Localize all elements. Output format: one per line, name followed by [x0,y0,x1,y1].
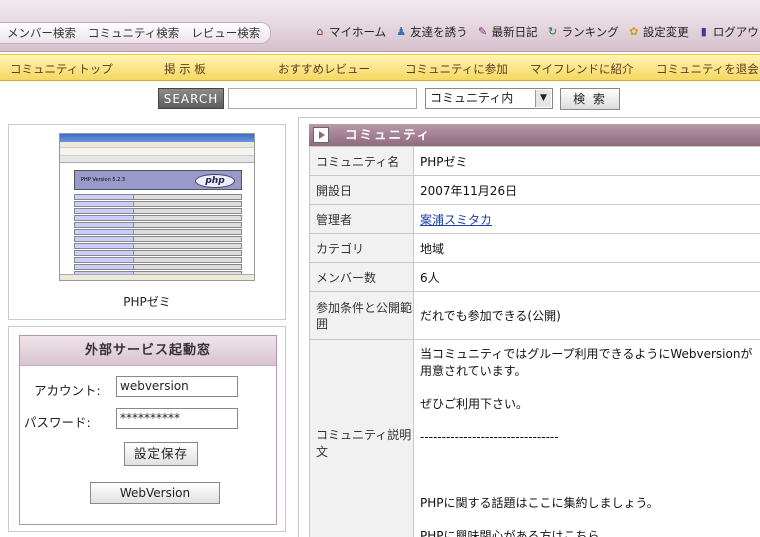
community-thumbnail[interactable]: PHP Version 5.2.3 php [59,133,255,281]
member-count-value: 6人 [413,262,760,292]
logout-door-icon: ▮ [700,25,707,38]
search-tabs: メンバー検索 コミュニティ検索 レビュー検索 [0,22,272,44]
my-home-label: マイホーム [329,25,387,39]
table-row: 参加条件と公開範囲 だれでも参加できる(公開) [309,291,760,340]
community-top-link[interactable]: コミュニティトップ [10,61,113,77]
invite-friends-label: 友達を誘う [410,25,468,39]
leave-community-link[interactable]: コミュニティを退会 [656,61,759,77]
save-settings-button[interactable]: 設定保存 [124,442,198,466]
settings-gear-icon: ✿ [629,25,639,38]
row-label: カテゴリ [309,233,414,263]
description-label: コミュニティ説明文 [309,339,414,537]
search-submit-button[interactable]: 検 索 [560,88,620,110]
home-icon: ⌂ [316,25,324,38]
board-link[interactable]: 掲 示 板 [164,61,206,77]
settings-label: 設定変更 [642,25,689,39]
row-label: メンバー数 [309,262,414,292]
search-label-button[interactable]: SEARCH [158,88,224,109]
search-input[interactable] [228,88,417,109]
recommended-reviews-link[interactable]: おすすめレビュー [278,61,370,77]
description-line [420,462,756,479]
row-label: コミュニティ名 [309,146,414,176]
community-info-panel: コミュニティ コミュニティ名 PHPゼミ 開設日 2007年11月26日 管理者… [298,117,760,537]
settings-link[interactable]: ✿ 設定変更 [627,24,689,40]
category-value: 地域 [413,233,760,263]
admin-cell: 案浦スミタカ [413,204,760,234]
description-line: PHPに関する話題はここに集約しましょう。 [420,496,659,510]
table-row: 開設日 2007年11月26日 [309,175,760,205]
table-row: メンバー数 6人 [309,262,760,292]
join-community-link[interactable]: コミュニティに参加 [405,61,508,77]
founded-date-value: 2007年11月26日 [413,175,760,205]
community-search-tab[interactable]: コミュニティ検索 [88,25,179,41]
description-separator: -------------------------------- [420,430,559,444]
member-search-tab[interactable]: メンバー検索 [7,25,76,41]
description-line: PHPに興味関心がある方はこちら。 [420,529,612,537]
account-label: アカウント: [34,383,101,398]
ranking-label: ランキング [561,25,619,39]
invite-friends-link[interactable]: ♟ 友達を誘う [394,24,468,40]
external-service-window: 外部サービス起動窓 アカウント: webversion パスワード: *****… [19,335,277,525]
top-navigation-bar: メンバー検索 コミュニティ検索 レビュー検索 ⌂ マイホーム ♟ 友達を誘う ✎… [0,0,760,52]
community-info-table: コミュニティ名 PHPゼミ 開設日 2007年11月26日 管理者 案浦スミタカ… [309,146,760,537]
introduce-to-friends-link[interactable]: マイフレンドに紹介 [530,61,634,77]
community-image-panel: PHP Version 5.2.3 php PHPゼミ [8,124,286,320]
external-service-panel: 外部サービス起動窓 アカウント: webversion パスワード: *****… [8,326,286,532]
logout-link[interactable]: ▮ ログアウ [697,24,759,40]
description-line: ぜひご利用下さい。 [420,397,529,411]
table-row: 管理者 案浦スミタカ [309,204,760,234]
diary-pencil-icon: ✎ [478,25,488,38]
community-name-caption: PHPゼミ [123,295,171,309]
community-name-value: PHPゼミ [413,146,760,176]
password-input[interactable]: ********** [116,408,238,429]
latest-diary-link[interactable]: ✎ 最新日記 [476,24,538,40]
ranking-icon: ↻ [548,25,558,38]
review-search-tab[interactable]: レビュー検索 [191,25,260,41]
play-arrow-icon [313,127,329,143]
password-label: パスワード: [24,415,91,430]
row-label: 参加条件と公開範囲 [309,291,414,340]
latest-diary-label: 最新日記 [491,25,538,39]
description-line: 当コミュニティではグループ利用できるようにWebversionが用意されています… [420,347,753,378]
webversion-button[interactable]: WebVersion [90,482,220,504]
external-service-title: 外部サービス起動窓 [20,336,276,366]
join-conditions-value: だれでも参加できる(公開) [413,291,760,340]
php-logo-icon: php [195,174,235,188]
my-home-link[interactable]: ⌂ マイホーム [313,24,387,40]
account-input[interactable]: webversion [116,376,238,397]
top-menu: ⌂ マイホーム ♟ 友達を誘う ✎ 最新日記 ↻ ランキング ✿ 設定変更 ▮ … [313,24,760,40]
thumbnail-title: PHP Version 5.2.3 [81,177,126,183]
community-menu-bar: コミュニティトップ 掲 示 板 おすすめレビュー コミュニティに参加 マイフレン… [0,54,760,81]
table-row: カテゴリ 地域 [309,233,760,263]
search-scope-value: コミュニティ内 [430,91,514,105]
row-label: 管理者 [309,204,414,234]
chevron-down-icon: ▼ [535,90,551,107]
logout-label: ログアウ [712,25,759,39]
admin-link[interactable]: 案浦スミタカ [420,213,492,227]
community-info-header: コミュニティ [309,124,760,146]
invite-friends-icon: ♟ [396,25,407,38]
search-scope-select[interactable]: コミュニティ内 ▼ [425,88,553,109]
row-label: 開設日 [309,175,414,205]
ranking-link[interactable]: ↻ ランキング [546,24,619,40]
search-row: SEARCH コミュニティ内 ▼ 検 索 [0,81,760,117]
description-value: 当コミュニティではグループ利用できるようにWebversionが用意されています… [413,339,760,537]
community-info-title: コミュニティ [345,127,432,142]
table-row: コミュニティ名 PHPゼミ [309,146,760,176]
thumbnail-table [74,194,242,278]
table-row: コミュニティ説明文 当コミュニティではグループ利用できるようにWebversio… [309,339,760,537]
